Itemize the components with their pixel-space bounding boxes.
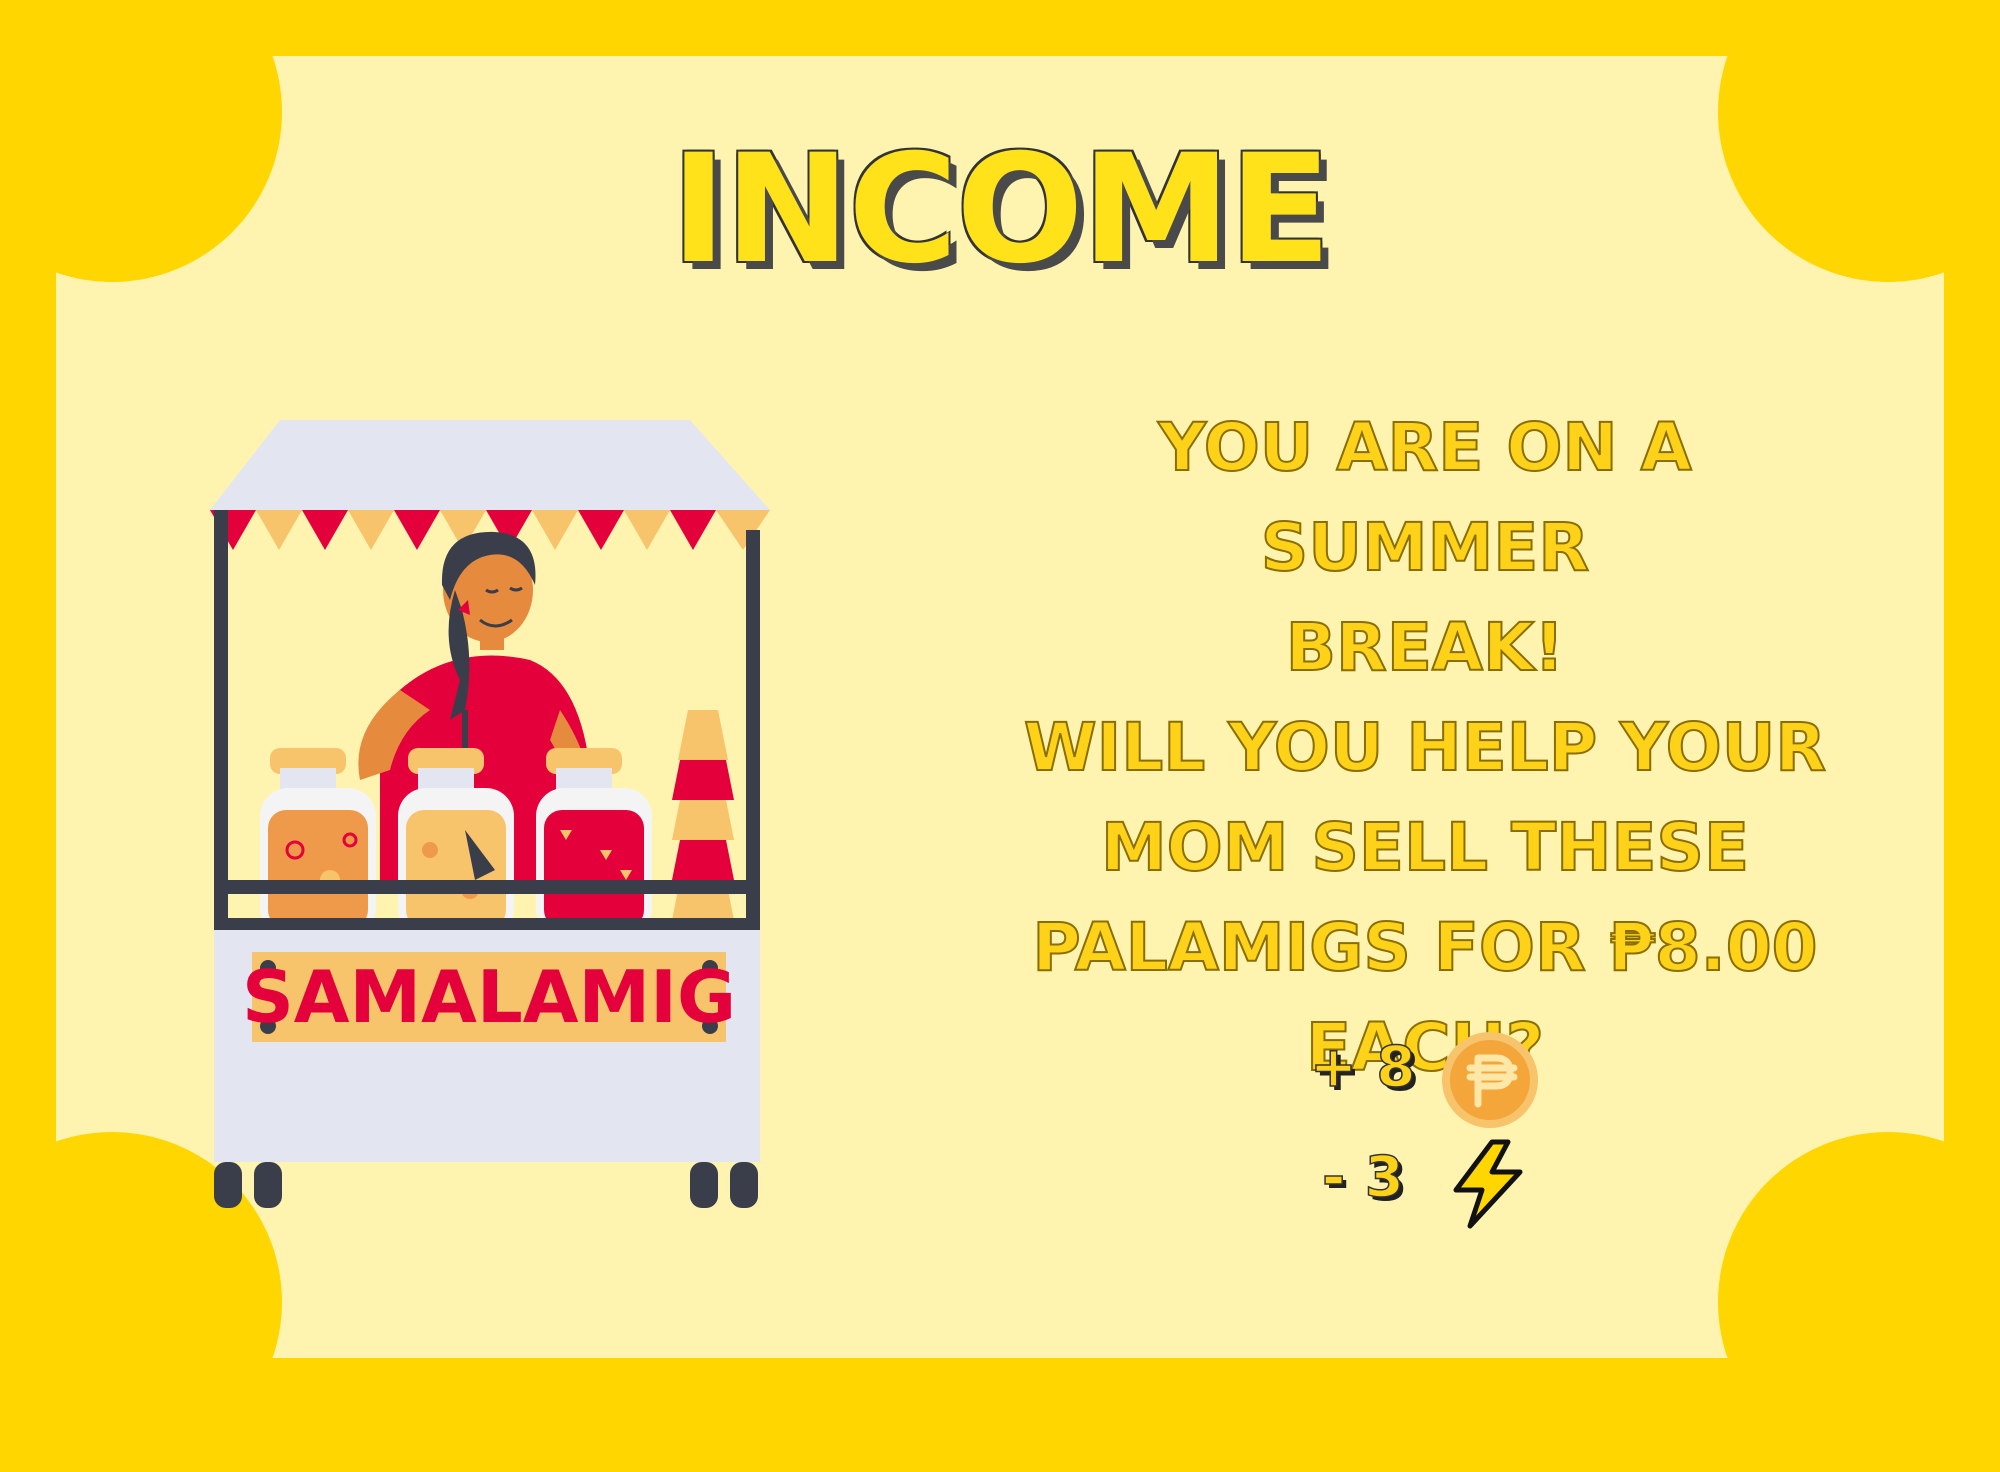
stall-sign: SAMALAMIG <box>242 952 736 1042</box>
jar-orange <box>260 748 376 936</box>
lightning-bolt-icon <box>1453 1139 1523 1229</box>
energy-effect-value: - 3 <box>1321 1144 1404 1211</box>
peso-coin-icon <box>1442 1032 1538 1128</box>
card-description: YOU ARE ON A SUMMER BREAK! WILL YOU HELP… <box>1010 398 1840 1098</box>
samalamig-cart-illustration: SAMALAMIG <box>210 420 770 1208</box>
coin-effect: + 8 <box>1309 1034 1416 1101</box>
income-card: INCOME SAMALAMIG YOU ARE ON A SUMMER BRE… <box>0 0 2000 1472</box>
card-title: INCOME <box>670 123 1332 297</box>
coin-effect-value: + 8 <box>1309 1034 1416 1101</box>
description-line: BREAK! <box>1285 608 1566 687</box>
description-line: PALAMIGS FOR ₱8.00 <box>1031 908 1818 987</box>
description-line: MOM SELL THESE <box>1100 808 1750 887</box>
description-line: YOU ARE ON A SUMMER <box>1157 408 1692 587</box>
corner-notch <box>1718 1132 2000 1472</box>
stall-sign-label: SAMALAMIG <box>242 955 736 1039</box>
description-line: EACH? <box>1305 1008 1545 1087</box>
energy-effect: - 3 <box>1321 1144 1404 1211</box>
description-line: WILL YOU HELP YOUR <box>1023 708 1827 787</box>
